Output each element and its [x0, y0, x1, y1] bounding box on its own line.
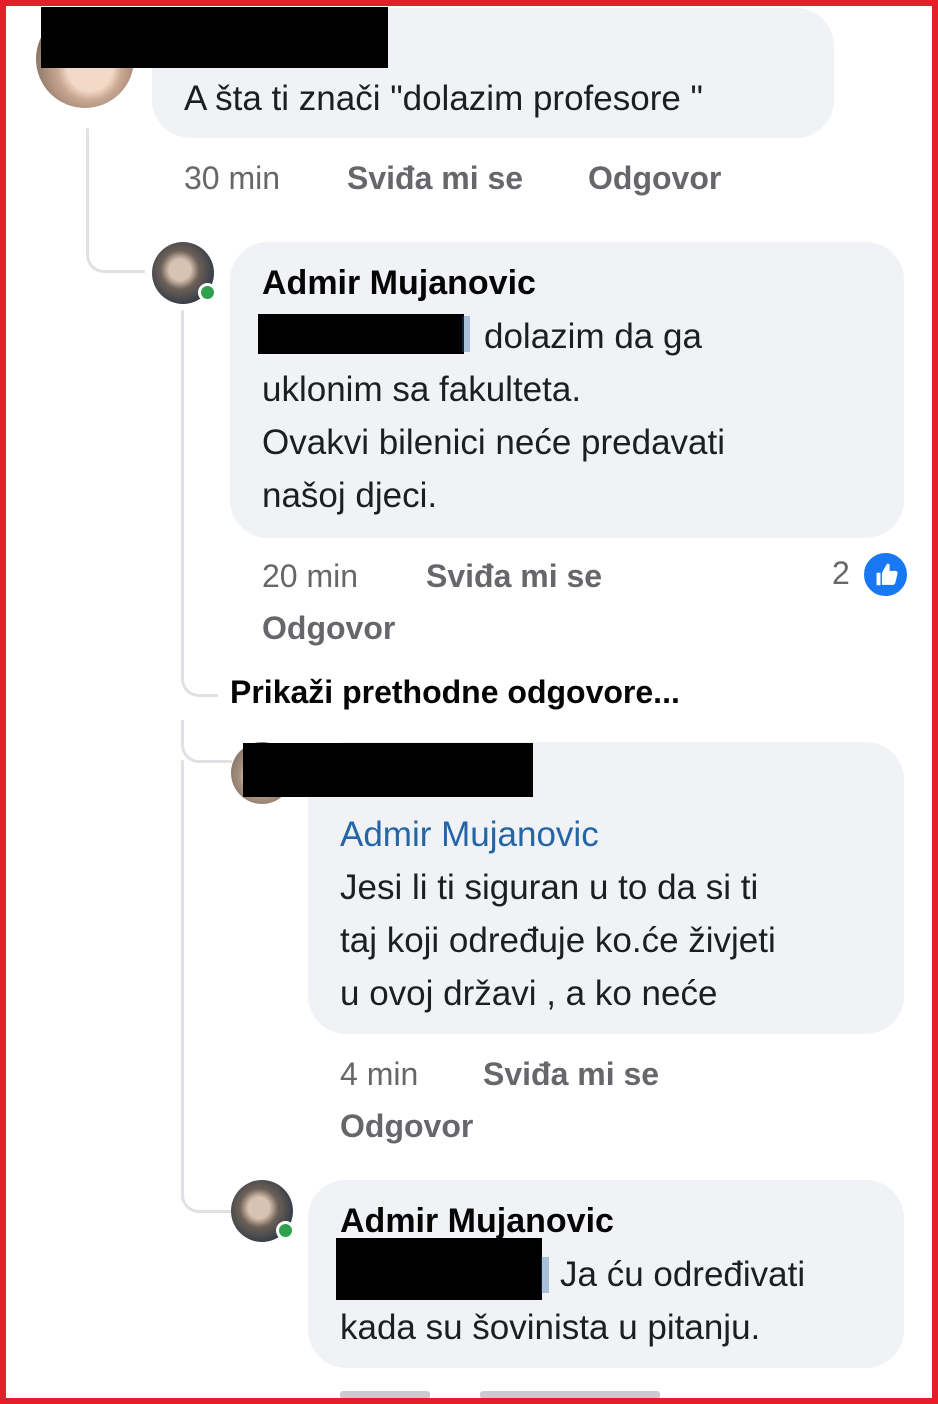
redacted-author-name [41, 7, 388, 68]
like-reaction-icon [862, 551, 909, 598]
thread-connector-3 [181, 1170, 232, 1213]
online-status-indicator [276, 1221, 295, 1240]
comment-author[interactable]: Admir Mujanovic [340, 1202, 614, 1241]
comment-author[interactable]: Admir Mujanovic [262, 264, 536, 303]
comment-text: dolazim da ga uklonim sa fakulteta. Ovak… [262, 317, 726, 515]
like-button[interactable]: Sviđa mi se [483, 1056, 659, 1093]
comment-time[interactable]: 4 min [340, 1056, 418, 1093]
like-button[interactable]: Sviđa mi se [347, 160, 523, 197]
cut-off-meta-row [340, 1388, 670, 1398]
thread-line-lower [181, 760, 184, 1200]
comment-time[interactable]: 30 min [184, 160, 280, 197]
online-status-indicator [198, 283, 217, 302]
reply-button[interactable]: Odgovor [588, 160, 721, 197]
comment-text: Ja ću određivati kada su šovinista u pit… [340, 1255, 806, 1347]
redacted-author-name [243, 743, 533, 797]
like-button[interactable]: Sviđa mi se [426, 558, 602, 595]
thread-connector-2 [181, 720, 232, 763]
show-previous-replies-link[interactable]: Prikaži prethodne odgovore... [230, 674, 680, 711]
thread-connector-1 [86, 230, 145, 273]
comment-time[interactable]: 20 min [262, 558, 358, 595]
reaction-count[interactable]: 2 [832, 555, 850, 592]
reply-button[interactable]: Odgovor [262, 610, 395, 647]
thread-connector-prev [181, 654, 218, 697]
reply-button[interactable]: Odgovor [340, 1108, 473, 1145]
mention-link[interactable]: Admir Mujanovic [340, 808, 599, 861]
comment-text: Jesi li ti siguran u to da si ti taj koj… [340, 868, 776, 1013]
comment-text: A šta ti znači "dolazim profesore " [184, 79, 703, 118]
thread-line-reply [181, 310, 184, 670]
